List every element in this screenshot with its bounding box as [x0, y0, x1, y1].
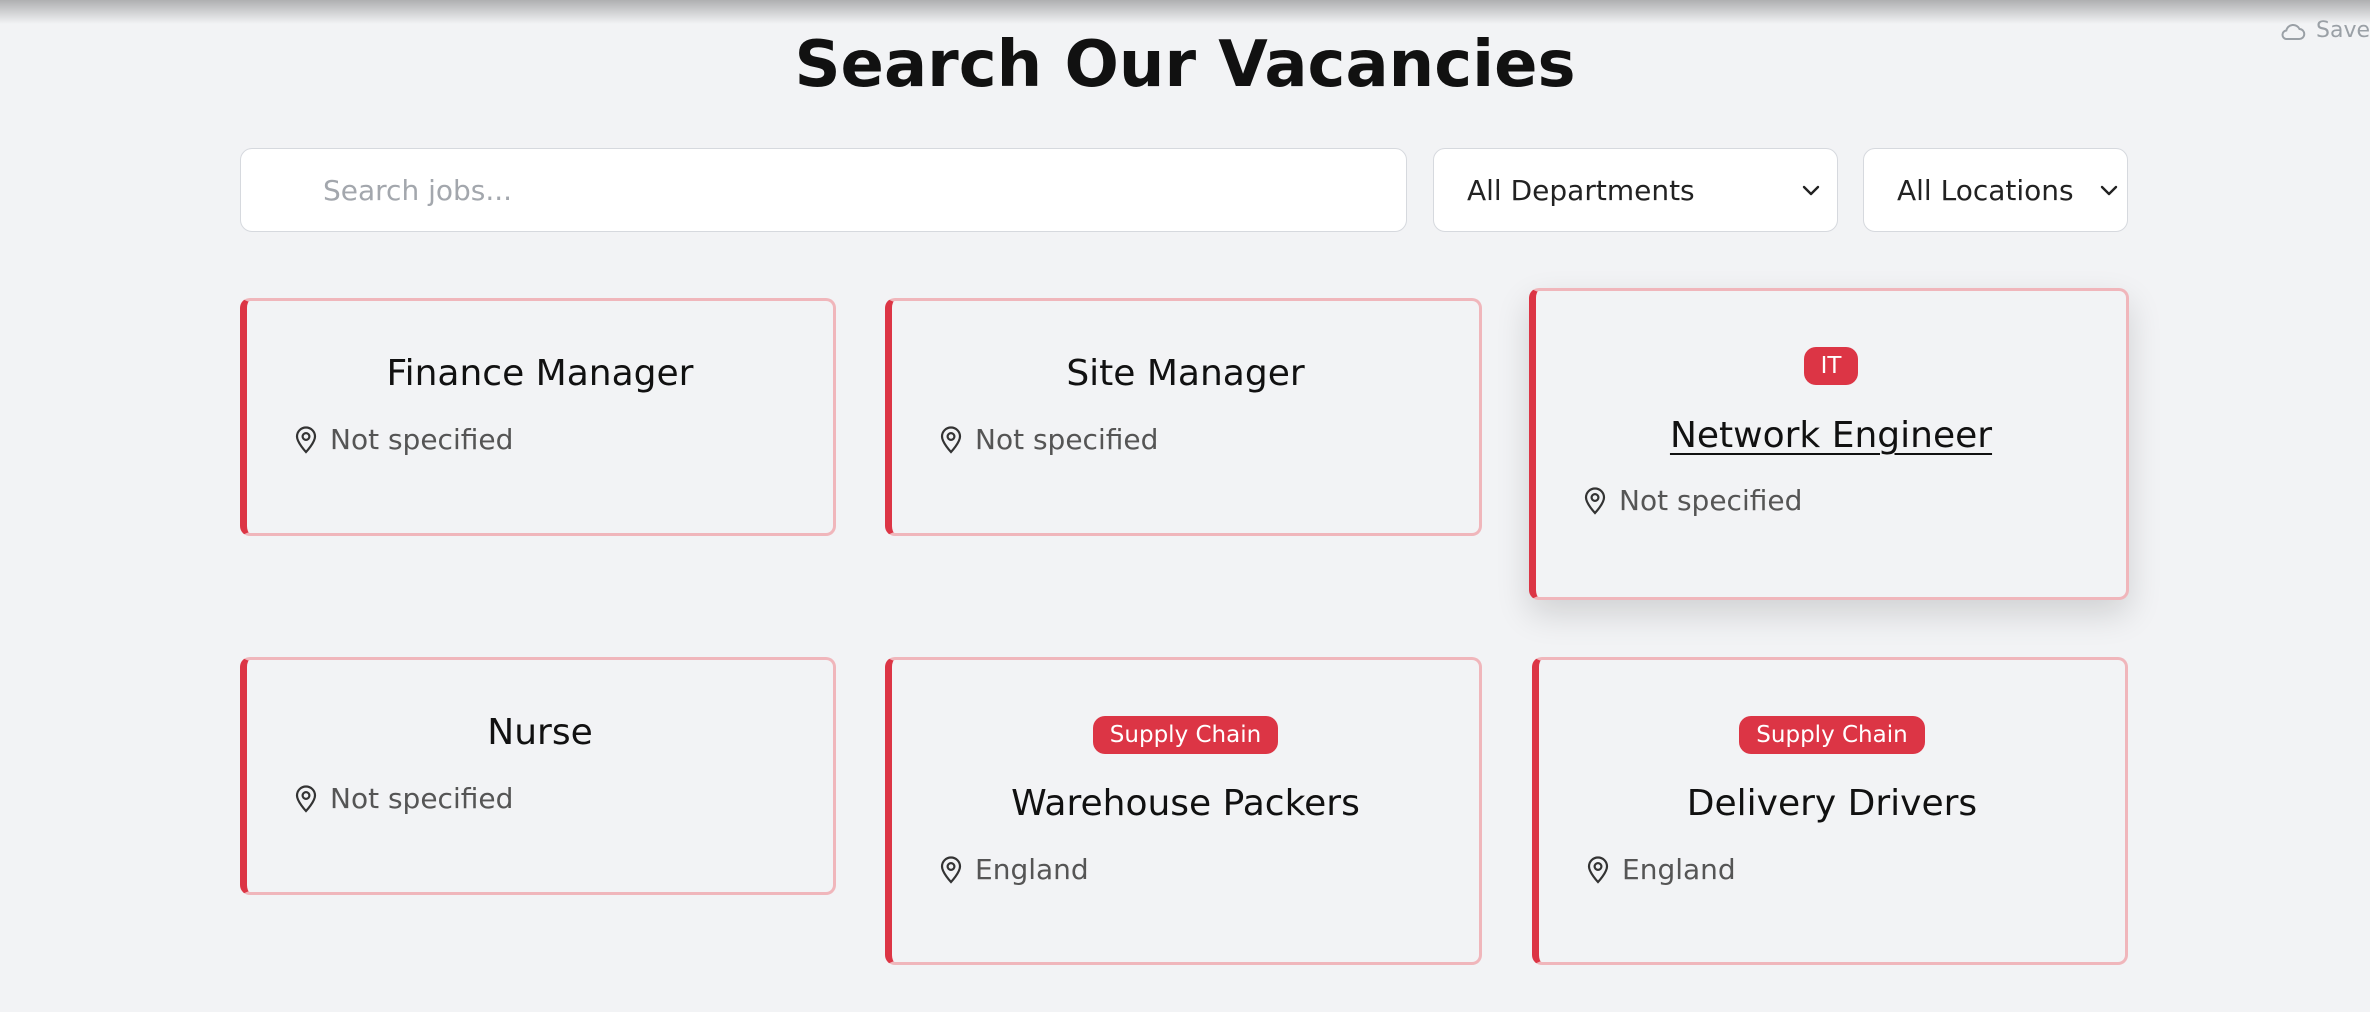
job-location: England: [1586, 853, 1736, 886]
location-select-value: All Locations: [1897, 173, 2074, 207]
job-location-text: Not specified: [330, 423, 514, 456]
job-card[interactable]: Nurse Not specified: [240, 657, 836, 895]
job-location: Not specified: [1583, 484, 1802, 517]
chevron-down-icon: [1802, 185, 1820, 196]
department-badge: Supply Chain: [1092, 716, 1279, 754]
job-title[interactable]: Site Manager: [892, 353, 1479, 394]
job-title[interactable]: Delivery Drivers: [1539, 783, 2125, 824]
job-location-text: Not specified: [1619, 484, 1803, 517]
job-title[interactable]: Nurse: [247, 712, 833, 753]
job-card[interactable]: Site Manager Not specified: [885, 298, 1482, 536]
map-pin-icon: [295, 425, 317, 454]
vacancies-page: Save Search Our Vacancies All Department…: [0, 0, 2370, 1012]
search-input[interactable]: [240, 148, 1407, 232]
job-location-text: England: [975, 853, 1089, 886]
map-pin-icon: [940, 855, 962, 884]
job-location-text: Not specified: [330, 782, 514, 815]
job-location-text: Not specified: [975, 423, 1159, 456]
job-location: Not specified: [294, 423, 513, 456]
job-location: England: [939, 853, 1089, 886]
job-title[interactable]: Warehouse Packers: [892, 783, 1479, 824]
job-location: Not specified: [939, 423, 1158, 456]
map-pin-icon: [295, 784, 317, 813]
department-select-value: All Departments: [1467, 173, 1695, 207]
map-pin-icon: [1584, 486, 1606, 515]
job-card[interactable]: Supply Chain Delivery Drivers England: [1532, 657, 2128, 965]
job-location: Not specified: [294, 782, 513, 815]
department-select[interactable]: All Departments: [1433, 148, 1838, 232]
job-card[interactable]: Finance Manager Not specified: [240, 298, 836, 536]
chevron-down-icon: [2100, 185, 2118, 196]
job-card[interactable]: IT Network Engineer Not specified: [1529, 288, 2129, 600]
top-shadow: [0, 0, 2370, 24]
page-title: Search Our Vacancies: [794, 28, 1576, 102]
job-location-text: England: [1622, 853, 1736, 886]
job-title[interactable]: Finance Manager: [247, 353, 833, 394]
job-title[interactable]: Network Engineer: [1536, 415, 2126, 456]
department-badge: IT: [1803, 347, 1859, 385]
department-badge: Supply Chain: [1739, 716, 1925, 754]
map-pin-icon: [1587, 855, 1609, 884]
map-pin-icon: [940, 425, 962, 454]
location-select[interactable]: All Locations: [1863, 148, 2128, 232]
job-card[interactable]: Supply Chain Warehouse Packers England: [885, 657, 1482, 965]
